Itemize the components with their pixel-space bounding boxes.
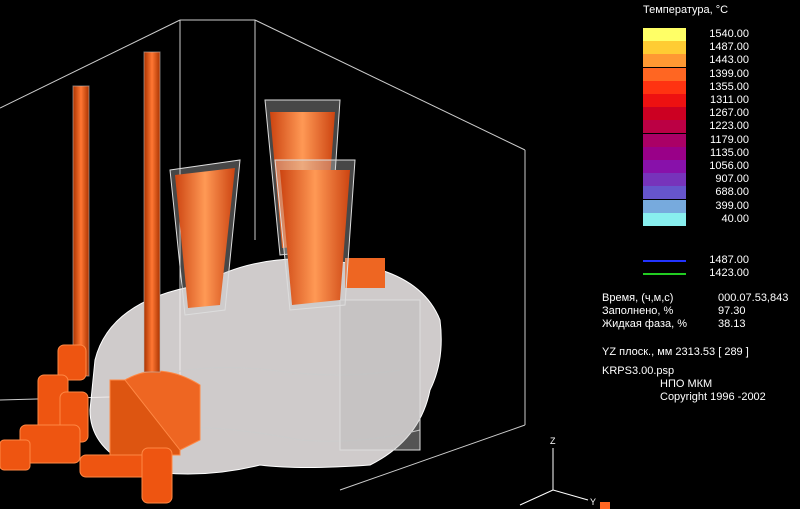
filled-label: Заполнено, % bbox=[602, 305, 674, 317]
isoline-value: 1487.00 bbox=[709, 254, 749, 266]
legend-value: 399.00 bbox=[715, 199, 749, 212]
legend-value: 1179.00 bbox=[710, 133, 749, 146]
isoline-row: 1487.00 bbox=[643, 254, 793, 267]
isoline-value: 1423.00 bbox=[709, 267, 749, 279]
legend-row: 907.00 bbox=[643, 173, 793, 187]
legend-value: 1223.00 bbox=[709, 120, 749, 133]
legend-swatch bbox=[643, 133, 686, 147]
legend-row: 1135.00 bbox=[643, 146, 793, 160]
legend-row: 1399.00 bbox=[643, 67, 793, 81]
legend-swatch bbox=[643, 28, 686, 41]
liquid-value: 38.13 bbox=[718, 318, 746, 330]
legend-swatch bbox=[643, 107, 686, 121]
liquid-label: Жидкая фаза, % bbox=[602, 318, 688, 330]
legend-value: 1443.00 bbox=[709, 54, 749, 67]
plane-info: YZ плоск., мм 2313.53 [ 289 ] bbox=[602, 346, 749, 358]
legend-swatch bbox=[643, 67, 686, 81]
legend-swatch bbox=[643, 199, 686, 213]
legend-row: 1223.00 bbox=[643, 120, 793, 134]
legend-value: 688.00 bbox=[715, 186, 749, 199]
filled-value: 97.30 bbox=[718, 305, 746, 317]
legend-swatch bbox=[643, 120, 686, 134]
axis-label-z: Z bbox=[550, 436, 556, 446]
legend-value: 1267.00 bbox=[709, 107, 749, 120]
legend-value: 1540.00 bbox=[709, 28, 749, 40]
legend-value: 1487.00 bbox=[709, 41, 749, 54]
legend-row: 1443.00 bbox=[643, 54, 793, 68]
legend-value: 1399.00 bbox=[709, 67, 749, 80]
legend-value: 1056.00 bbox=[709, 160, 749, 172]
axis-label-y: Y bbox=[590, 497, 597, 507]
organization: НПО МКМ bbox=[660, 378, 713, 390]
isoline-row: 1423.00 bbox=[643, 267, 793, 280]
legend-row: 688.00 bbox=[643, 186, 793, 200]
legend-value: 907.00 bbox=[715, 173, 749, 186]
legend-row: 1267.00 bbox=[643, 107, 793, 121]
legend-swatch bbox=[643, 80, 686, 94]
3d-viewport[interactable]: Z Y bbox=[0, 0, 610, 509]
legend-row: 1179.00 bbox=[643, 133, 793, 147]
legend-swatch bbox=[643, 146, 686, 160]
time-label: Время, (ч,м,с) bbox=[602, 292, 674, 304]
isoline-swatch bbox=[643, 260, 686, 262]
legend-value: 1311.00 bbox=[710, 94, 749, 106]
isoline-swatch bbox=[643, 273, 686, 275]
legend-row: 40.00 bbox=[643, 212, 793, 226]
legend-row: 399.00 bbox=[643, 199, 793, 213]
legend-value: 40.00 bbox=[721, 212, 749, 225]
legend-swatch bbox=[643, 41, 686, 55]
casting-body bbox=[89, 258, 442, 475]
axis-triad bbox=[519, 448, 589, 506]
legend-row: 1056.00 bbox=[643, 160, 793, 173]
legend-row: 1487.00 bbox=[643, 41, 793, 55]
legend-swatch bbox=[643, 173, 686, 187]
time-value: 000.07.53,843 bbox=[718, 292, 789, 304]
copyright: Copyright 1996 -2002 bbox=[660, 391, 766, 403]
legend-row: 1540.00 bbox=[643, 28, 793, 41]
legend-title: Температура, °C bbox=[643, 4, 729, 16]
legend-swatch bbox=[643, 54, 686, 68]
file-name: KRPS3.00.psp bbox=[602, 365, 675, 377]
casting-model bbox=[0, 19, 610, 509]
legend-swatch bbox=[643, 212, 686, 226]
legend-swatch bbox=[643, 160, 686, 173]
legend-value: 1355.00 bbox=[709, 80, 749, 93]
legend-swatch bbox=[643, 186, 686, 200]
legend-value: 1135.00 bbox=[710, 146, 749, 159]
legend-row: 1355.00 bbox=[643, 80, 793, 94]
legend-swatch bbox=[643, 94, 686, 107]
legend-row: 1311.00 bbox=[643, 94, 793, 107]
